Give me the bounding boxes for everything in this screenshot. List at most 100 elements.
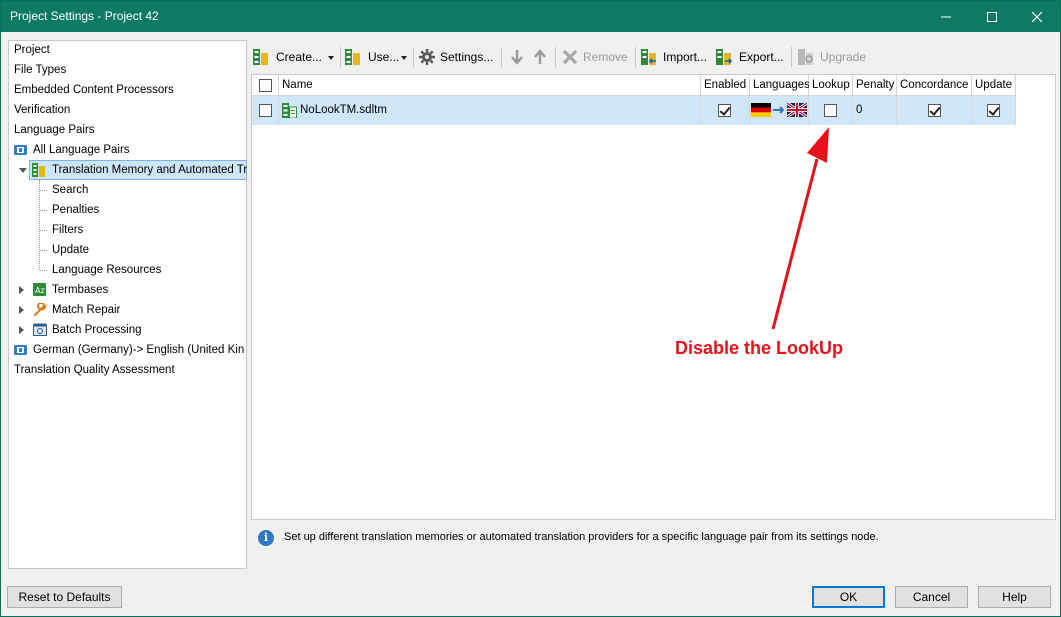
reset-defaults-button[interactable]: Reset to Defaults [7,586,122,608]
tree-item-embedded-content[interactable]: Embedded Content Processors [14,80,174,100]
lookup-checkbox[interactable] [824,104,837,117]
wrench-icon [34,303,47,316]
tree-item-label: Batch Processing [52,324,142,336]
close-icon [1031,11,1043,22]
tree-item-label: Translation Memory and Automated Transla… [52,164,247,176]
toolbar-separator [413,47,414,67]
tree-item-label: Update [52,244,90,256]
tree-item-batch-processing[interactable]: Batch Processing [9,320,247,340]
settings-button[interactable]: Settings... [419,46,497,68]
column-header-update[interactable]: Update [972,75,1016,96]
column-header-enabled[interactable]: Enabled [701,75,750,96]
use-button[interactable]: Use... [345,46,409,68]
tree-item-label: Filters [52,224,84,236]
table-row[interactable]: NoLookTM.sdltm 0 [252,96,1016,125]
language-pair-icon [14,345,27,355]
tree-item-label: Termbases [52,284,109,296]
penalty-cell[interactable]: 0 [853,96,897,125]
upgrade-button[interactable]: Upgrade [798,46,868,68]
create-button[interactable]: Create... [253,46,337,68]
settings-tree: Project File Types Embedded Content Proc… [8,40,247,569]
window-title: Project Settings - Project 42 [10,9,159,23]
tree-item-search[interactable]: Search [52,180,88,200]
title-bar: Project Settings - Project 42 [1,1,1060,32]
export-icon [716,49,732,65]
tree-item-translation-memory[interactable]: Translation Memory and Automated Transla… [9,160,247,180]
tree-item-match-repair[interactable]: Match Repair [9,300,247,320]
toolbar-separator [555,47,556,67]
annotation-arrow [771,127,829,330]
row-select-cell[interactable] [252,96,279,125]
create-tm-icon [253,49,268,65]
uk-flag-icon [787,103,807,117]
toolbar-separator [635,47,636,67]
expand-arrow-icon[interactable] [19,286,24,294]
create-label: Create... [276,50,323,64]
tree-item-quality-assessment[interactable]: Translation Quality Assessment [14,360,175,380]
translation-memory-icon [32,163,45,177]
tree-item-verification[interactable]: Verification [14,100,70,120]
tree-item-german-english[interactable]: German (Germany)-> English (United Kingd… [14,340,244,360]
upgrade-icon [798,49,813,65]
row-select-checkbox[interactable] [259,104,272,117]
cancel-button[interactable]: Cancel [895,586,968,608]
maximize-button[interactable] [969,1,1015,32]
export-button[interactable]: Export... [716,46,786,68]
enabled-checkbox[interactable] [718,104,731,117]
enabled-cell[interactable] [701,96,750,125]
update-cell[interactable] [972,96,1016,125]
export-label: Export... [739,50,784,64]
column-header-name[interactable]: Name [279,75,701,96]
tm-toolbar: Create... Use... Settings... Remove Impo… [251,43,1056,71]
tree-item-all-language-pairs[interactable]: All Language Pairs [14,140,244,160]
remove-button[interactable]: Remove [562,46,630,68]
arrow-right-icon [773,106,785,114]
concordance-cell[interactable] [897,96,972,125]
batch-processing-icon [33,323,47,336]
help-button[interactable]: Help [978,586,1051,608]
collapse-arrow-icon[interactable] [19,168,27,173]
tree-item-file-types[interactable]: File Types [14,60,66,80]
tree-item-filters[interactable]: Filters [52,220,83,240]
use-tm-icon [345,49,360,65]
column-header-lookup[interactable]: Lookup [809,75,853,96]
ok-button[interactable]: OK [812,586,885,608]
header-select-all[interactable] [252,75,279,96]
tree-item-update[interactable]: Update [52,240,89,260]
settings-label: Settings... [440,50,494,64]
minimize-button[interactable] [923,1,969,32]
update-checkbox[interactable] [987,104,1000,117]
tree-item-label: German (Germany)-> English (United Kingd… [33,344,244,356]
remove-label: Remove [583,50,628,64]
import-button[interactable]: Import... [641,46,711,68]
tree-item-project[interactable]: Project [14,40,50,60]
tree-item-label: Match Repair [52,304,121,316]
dropdown-arrow-icon [401,56,407,60]
info-icon: i [258,530,274,546]
tree-item-language-resources[interactable]: Language Resources [52,260,161,280]
select-all-checkbox[interactable] [259,79,272,92]
expand-arrow-icon[interactable] [19,326,24,334]
tree-item-label: Translation Quality Assessment [14,364,175,376]
column-header-languages[interactable]: Languages [750,75,810,96]
language-pair-icon [14,145,27,155]
toolbar-separator [501,47,502,67]
upgrade-label: Upgrade [820,50,867,64]
use-label: Use... [368,50,400,64]
termbase-icon: Az [33,283,46,296]
tree-item-penalties[interactable]: Penalties [52,200,99,220]
close-button[interactable] [1014,1,1060,32]
dropdown-arrow-icon [328,56,334,60]
tree-guide-branch [40,190,47,191]
tree-item-label: Project [14,44,50,56]
column-header-concordance[interactable]: Concordance [897,75,972,96]
tree-item-language-pairs[interactable]: Language Pairs [14,120,95,140]
expand-arrow-icon[interactable] [19,306,24,314]
concordance-checkbox[interactable] [928,104,941,117]
minimize-icon [941,16,951,17]
import-label: Import... [663,50,708,64]
move-up-button[interactable] [532,46,550,68]
tree-item-termbases[interactable]: Az Termbases [9,280,247,300]
move-down-button[interactable] [509,46,527,68]
column-header-penalty[interactable]: Penalty [853,75,897,96]
